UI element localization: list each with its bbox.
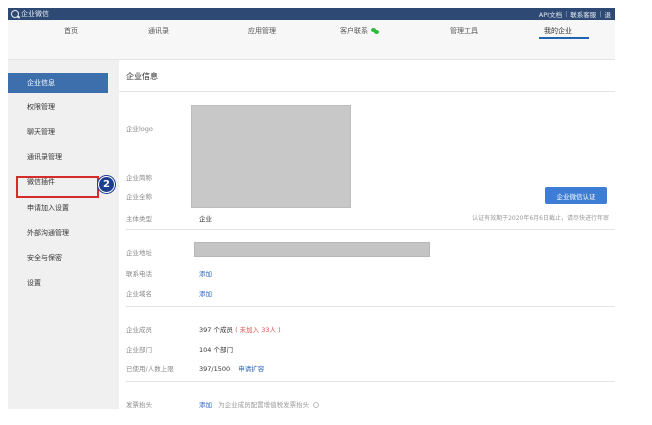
label-address: 企业地址 (126, 249, 152, 257)
cert-note: 认证有效期于2020年6月6日截止，请尽快进行年审 (472, 215, 609, 222)
label-user-limit: 已使用/人数上限 (126, 365, 174, 373)
divider (126, 381, 615, 382)
add-domain-link[interactable]: 添加 (199, 288, 212, 298)
add-invoice-link[interactable]: 添加 (199, 401, 212, 409)
value-type: 企业 (199, 215, 212, 223)
label-full-name: 企业全称 (126, 193, 152, 201)
page-title: 企业信息 (126, 72, 158, 81)
divider: | (599, 10, 602, 18)
sidebar-item-external-comm[interactable]: 外部沟通管理 (8, 223, 108, 243)
invoice-hint: 为企业成员配置增值税发票抬头 (218, 401, 310, 409)
main-nav: 首页 通讯录 应用管理 客户联系 管理工具 我的企业 (8, 20, 615, 60)
user-limit-count: 397/1500 (199, 365, 231, 373)
contact-support-link[interactable]: 联系客服 (570, 9, 596, 19)
logout-link[interactable]: 退 (605, 9, 612, 19)
label-phone: 联系电话 (126, 270, 152, 278)
divider (126, 306, 615, 307)
value-departments: 104 个部门 (199, 346, 233, 354)
sidebar-item-join-settings[interactable]: 申请加入设置 (8, 198, 108, 218)
value-user-limit: 397/1500 申请扩容 (199, 363, 264, 373)
chat-bubble-icon (11, 10, 19, 18)
nav-customer-contact-label: 客户联系 (340, 27, 368, 35)
highlight-box (16, 176, 99, 198)
sidebar-item-chat[interactable]: 聊天管理 (8, 122, 108, 142)
value-invoice: 添加 为企业成员配置增值税发票抬头 (199, 399, 320, 409)
divider (119, 91, 615, 92)
label-invoice: 发票抬头 (126, 401, 152, 409)
label-departments: 企业部门 (126, 346, 152, 354)
add-phone-link[interactable]: 添加 (199, 268, 212, 278)
label-members: 企业成员 (126, 326, 152, 334)
sidebar-item-permissions[interactable]: 权限管理 (8, 97, 108, 117)
step-badge: 2 (98, 176, 115, 193)
top-bar: 企业微信 API文档 | 联系客服 | 退 (8, 8, 615, 20)
members-pending-link[interactable]: ( 未加入 33人 ) (235, 326, 281, 334)
wechat-icon (371, 28, 379, 34)
app-logo-text: 企业微信 (21, 10, 49, 18)
nav-my-company[interactable]: 我的企业 (544, 26, 572, 36)
app-window: 企业微信 API文档 | 联系客服 | 退 首页 通讯录 应用管理 客户联系 管… (8, 8, 615, 409)
top-links: API文档 | 联系客服 | 退 (539, 9, 611, 19)
app-logo[interactable]: 企业微信 (11, 9, 49, 19)
nav-apps[interactable]: 应用管理 (248, 26, 276, 36)
label-type: 主体类型 (126, 215, 152, 223)
divider (126, 229, 615, 230)
label-logo: 企业logo (126, 125, 153, 133)
help-icon[interactable] (313, 402, 320, 408)
company-address-value (194, 242, 430, 257)
company-certify-button[interactable]: 企业微信认证 (545, 187, 607, 204)
sidebar: 企业信息 权限管理 聊天管理 通讯录管理 微信插件 申请加入设置 外部沟通管理 … (8, 60, 115, 409)
divider: | (565, 10, 568, 18)
sidebar-item-company-info[interactable]: 企业信息 (8, 73, 108, 93)
nav-active-indicator (539, 37, 589, 39)
main-content: 企业信息 企业logo 企业简称 企业全称 企业微信认证 主体类型 企业 认证有… (119, 60, 615, 409)
label-domain: 企业域名 (126, 290, 152, 298)
sidebar-item-settings[interactable]: 设置 (8, 273, 108, 293)
sidebar-item-contacts[interactable]: 通讯录管理 (8, 147, 108, 167)
nav-contacts[interactable]: 通讯录 (148, 26, 169, 36)
nav-home[interactable]: 首页 (64, 26, 78, 36)
value-members: 397 个成员 ( 未加入 33人 ) (199, 324, 281, 334)
request-expansion-link[interactable]: 申请扩容 (238, 365, 264, 373)
company-logo-image[interactable] (191, 105, 351, 208)
api-docs-link[interactable]: API文档 (539, 9, 562, 19)
sidebar-item-security[interactable]: 安全与保密 (8, 248, 108, 268)
nav-tools[interactable]: 管理工具 (450, 26, 478, 36)
label-short-name: 企业简称 (126, 174, 152, 182)
member-count: 397 个成员 (199, 326, 233, 334)
nav-customer-contact[interactable]: 客户联系 (340, 26, 379, 36)
